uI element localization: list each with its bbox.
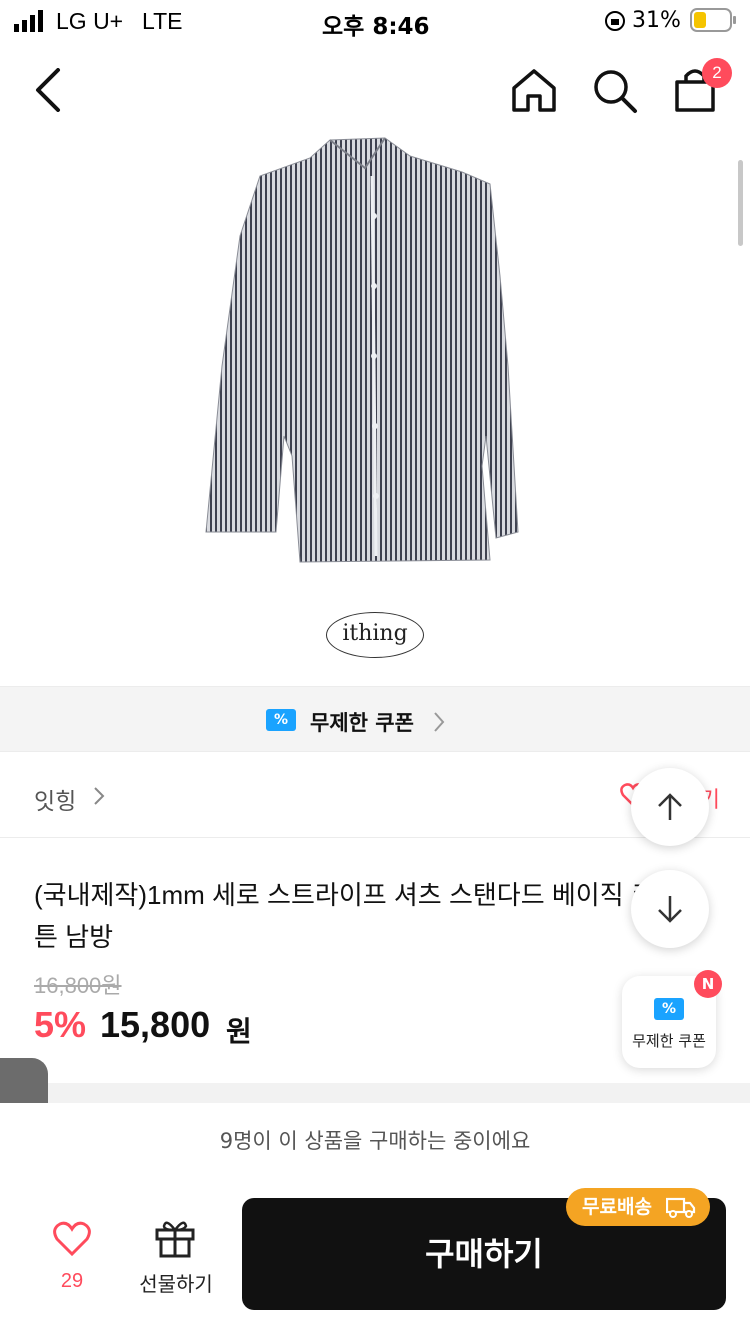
product-title: (국내제작)1mm 세로 스트라이프 셔츠 스탠다드 베이직 코튼 남방 [34,880,655,952]
discount-rate: 5% [34,1004,87,1045]
top-nav [0,44,750,136]
brand-logo: ithing [326,612,424,658]
clock: 오후 8:46 [322,14,430,40]
arrow-down-icon [658,896,682,923]
product-image[interactable]: ithing [0,136,750,686]
store-name[interactable]: 잇힝 [34,782,76,816]
battery-icon [690,8,736,32]
coupon-ticket-icon: % [266,709,296,731]
cart-count-badge: 2 [702,58,732,88]
coupon-banner[interactable]: % 무제한 쿠폰 [0,686,750,752]
arrow-up-icon [658,793,682,820]
scroll-up-button[interactable] [631,768,709,846]
status-bar: LG U+ LTE 오후 8:46 31% [0,0,750,44]
original-price: 16,800원 [34,973,122,998]
battery-percent: 31% [632,8,681,33]
carrier-label: LG U+ [56,8,124,34]
free-shipping-badge: 무료배송 [566,1188,710,1226]
truck-icon [666,1197,696,1218]
network-label: LTE [142,8,183,34]
home-icon[interactable] [510,68,558,112]
price-currency: 원 [226,1015,252,1048]
gift-label[interactable]: 선물하기 [128,1268,224,1297]
search-icon[interactable] [592,68,638,114]
signal-icon [14,10,43,32]
floating-coupon-label: 무제한 쿠폰 [632,1032,706,1050]
back-icon[interactable] [34,68,62,112]
viewers-notice: 9명이 이 상품을 구매하는 중이에요 [0,1103,750,1175]
like-count: 29 [60,1270,84,1292]
shirt-image [205,137,519,563]
viewers-text: 9명이 이 상품을 구매하는 중이에요 [219,1129,531,1153]
gift-icon[interactable] [154,1218,196,1258]
chevron-right-icon [94,787,105,805]
scroll-down-button[interactable] [631,870,709,948]
free-shipping-label: 무료배송 [582,1196,652,1218]
chevron-right-icon [434,712,445,732]
coupon-banner-label: 무제한 쿠폰 [310,711,414,735]
new-badge: N [694,970,722,998]
scrollbar[interactable] [738,160,743,246]
coupon-ticket-icon: % [654,998,684,1020]
section-divider [0,1083,750,1103]
rotation-lock-icon [605,11,625,31]
heart-outline-icon[interactable] [52,1220,92,1258]
sale-price: 15,800 [100,1004,211,1045]
